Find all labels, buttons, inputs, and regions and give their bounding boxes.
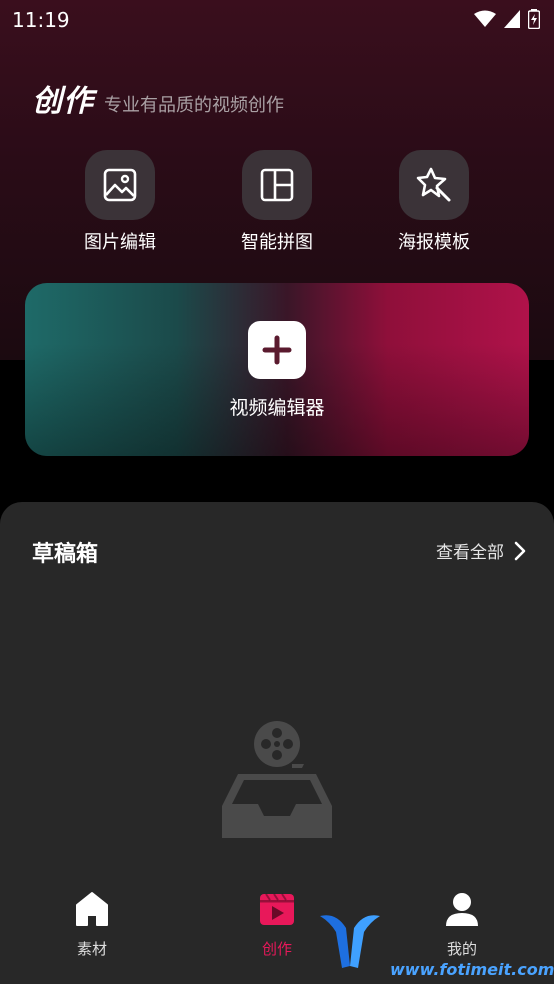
status-time: 11:19 (12, 8, 70, 32)
view-all-label: 查看全部 (436, 543, 504, 563)
signal-icon (504, 10, 520, 28)
watermark-logo-icon (320, 915, 380, 968)
image-icon (103, 168, 137, 202)
status-bar: 11:19 (0, 0, 554, 40)
status-icons (474, 9, 540, 29)
tool-image-edit-button[interactable] (85, 150, 155, 220)
video-editor-card[interactable]: 视频编辑器 (25, 283, 529, 456)
nav-item-materials[interactable]: 素材 (47, 890, 137, 959)
tool-poster-template[interactable]: 海报模板 (374, 150, 494, 254)
nav-label-create: 创作 (261, 940, 292, 958)
home-icon (76, 892, 108, 926)
site-watermark: www.fotimeit.com (318, 908, 554, 984)
view-all-link[interactable]: 查看全部 (436, 538, 526, 563)
watermark-url: www.fotimeit.com (390, 960, 554, 979)
tool-image-edit[interactable]: 图片编辑 (60, 150, 180, 254)
tool-smart-collage[interactable]: 智能拼图 (217, 150, 337, 254)
tool-poster-template-button[interactable] (399, 150, 469, 220)
tool-smart-collage-label: 智能拼图 (241, 232, 313, 253)
chevron-right-icon (514, 541, 526, 560)
plus-icon (262, 335, 292, 365)
empty-drafts-icon (222, 721, 332, 838)
nav-item-create[interactable]: 创作 (232, 890, 322, 959)
magic-wand-icon (416, 167, 451, 202)
battery-icon (528, 9, 540, 29)
page-title: 创作 (32, 84, 94, 119)
brand-header: 创作 专业有品质的视频创作 (32, 76, 284, 120)
tool-image-edit-label: 图片编辑 (84, 232, 156, 253)
add-video-button[interactable] (248, 321, 306, 379)
clapper-icon (260, 893, 294, 925)
drafts-title: 草稿箱 (32, 542, 99, 567)
wifi-icon (474, 10, 496, 27)
layout-icon (260, 168, 294, 202)
nav-label-materials: 素材 (76, 940, 107, 958)
tool-poster-template-label: 海报模板 (398, 232, 470, 253)
tool-smart-collage-button[interactable] (242, 150, 312, 220)
video-editor-label: 视频编辑器 (229, 397, 325, 419)
page-subtitle: 专业有品质的视频创作 (104, 95, 284, 116)
